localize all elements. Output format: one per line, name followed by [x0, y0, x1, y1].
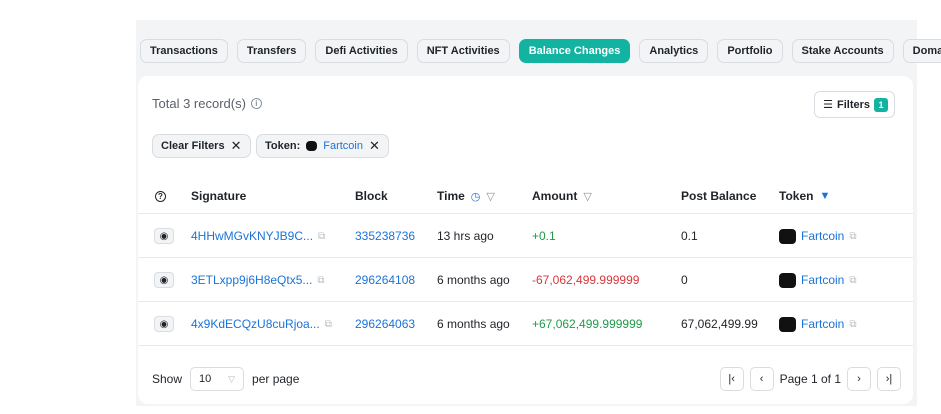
time-value: 6 months ago — [437, 273, 510, 287]
amount-value: +0.1 — [532, 229, 556, 243]
filters-label: Filters — [836, 98, 870, 111]
tab-transactions[interactable]: Transactions — [140, 39, 228, 63]
filter-funnel-icon[interactable]: ▽ — [486, 190, 494, 203]
show-label: Show — [152, 372, 183, 386]
previous-page-button[interactable]: ‹ — [749, 367, 774, 391]
help-column-header: ? — [155, 178, 166, 214]
post-balance-value: 0.1 — [681, 229, 698, 243]
tab-nft-activities[interactable]: NFT Activities — [416, 39, 510, 63]
table-footer: Show 10 ▽ per page |‹ ‹ Page 1 of 1 › ›| — [138, 360, 913, 404]
table-header: ? Signature Block Time ◷ ▽ Amount ▽ Post… — [138, 178, 913, 214]
token-filter-prefix: Token: — [265, 140, 301, 152]
page-size-select[interactable]: 10 ▽ — [190, 367, 245, 391]
block-link[interactable]: 296264063 — [355, 302, 415, 346]
last-page-button[interactable]: ›| — [877, 367, 901, 391]
time-value: 13 hrs ago — [437, 229, 494, 243]
token-link[interactable]: Fartcoin — [801, 229, 844, 243]
close-icon[interactable]: ✕ — [369, 138, 380, 154]
copy-icon[interactable]: ⧉ — [849, 231, 856, 242]
copy-icon[interactable]: ⧉ — [318, 231, 325, 242]
copy-icon[interactable]: ⧉ — [325, 319, 332, 330]
token-filter-value[interactable]: Fartcoin — [323, 140, 363, 152]
tab-defi-activities[interactable]: Defi Activities — [315, 39, 408, 63]
page-size-control: Show 10 ▽ per page — [152, 367, 299, 391]
table-row: ◉ 4HHwMGvKNYJB9C... ⧉ 335238736 13 hrs a… — [138, 214, 913, 258]
signature-link[interactable]: 4x9KdECQzU8cuRjoa... — [191, 317, 320, 331]
tab-portfolio[interactable]: Portfolio — [717, 39, 783, 63]
sliders-icon: ☰ — [823, 99, 833, 111]
token-filter-chip[interactable]: Token: Fartcoin ✕ — [256, 134, 389, 158]
page-indicator: Page 1 of 1 — [779, 372, 841, 386]
filter-funnel-active-icon[interactable]: ▼ — [819, 190, 830, 202]
total-records-label: Total 3 record(s) — [152, 96, 246, 111]
tab-analytics[interactable]: Analytics — [639, 39, 709, 63]
tab-transfers[interactable]: Transfers — [236, 39, 307, 63]
table-row: ◉ 4x9KdECQzU8cuRjoa... ⧉ 296264063 6 mon… — [138, 302, 913, 346]
chevron-down-icon: ▽ — [228, 373, 236, 384]
clear-filters-chip[interactable]: Clear Filters ✕ — [152, 134, 251, 158]
token-column-header: Token ▼ — [779, 189, 831, 203]
token-link[interactable]: Fartcoin — [801, 317, 844, 331]
fartcoin-token-icon — [779, 228, 796, 244]
tab-balance-changes[interactable]: Balance Changes — [518, 39, 631, 63]
amount-value: +67,062,499.999999 — [532, 317, 643, 331]
copy-icon[interactable]: ⧉ — [849, 319, 856, 330]
clock-icon[interactable]: ◷ — [471, 190, 481, 203]
signature-link[interactable]: 4HHwMGvKNYJB9C... — [191, 229, 313, 243]
block-column-header: Block — [355, 189, 388, 203]
filter-funnel-icon[interactable]: ▽ — [583, 190, 591, 203]
filters-button[interactable]: ☰ Filters 1 — [814, 91, 895, 118]
filter-count-badge: 1 — [874, 97, 888, 112]
close-icon[interactable]: ✕ — [231, 138, 242, 154]
time-value: 6 months ago — [437, 317, 510, 331]
content-panel: Transactions Transfers Defi Activities N… — [136, 20, 941, 406]
signature-link[interactable]: 3ETLxpp9j6H8eQtx5... — [191, 273, 312, 287]
fartcoin-token-icon — [779, 272, 796, 288]
pagination: |‹ ‹ Page 1 of 1 › ›| — [719, 367, 901, 391]
post-balance-value: 0 — [681, 273, 688, 287]
info-icon[interactable]: i — [250, 98, 262, 109]
question-icon[interactable]: ? — [155, 190, 166, 202]
clear-filters-label: Clear Filters — [161, 140, 225, 152]
fartcoin-token-icon — [306, 141, 318, 151]
time-column-header: Time ◷ ▽ — [437, 189, 495, 203]
records-summary: Total 3 record(s) i — [152, 96, 262, 111]
page-size-value: 10 — [199, 373, 212, 385]
fartcoin-token-icon — [779, 316, 796, 332]
table-row: ◉ 3ETLxpp9j6H8eQtx5... ⧉ 296264108 6 mon… — [138, 258, 913, 302]
eye-icon[interactable]: ◉ — [154, 228, 174, 244]
token-link[interactable]: Fartcoin — [801, 273, 844, 287]
block-link[interactable]: 335238736 — [355, 214, 415, 258]
signature-column-header: Signature — [191, 189, 247, 203]
amount-column-header: Amount ▽ — [532, 189, 592, 203]
per-page-label: per page — [252, 372, 300, 386]
tab-stake-accounts[interactable]: Stake Accounts — [791, 39, 894, 63]
tab-bar: Transactions Transfers Defi Activities N… — [140, 39, 941, 63]
balance-changes-card: Total 3 record(s) i ☰ Filters 1 Clear Fi… — [138, 76, 913, 404]
next-page-button[interactable]: › — [847, 367, 871, 391]
copy-icon[interactable]: ⧉ — [849, 275, 856, 286]
tab-domains[interactable]: Domains — [902, 39, 941, 63]
first-page-button[interactable]: |‹ — [719, 367, 744, 391]
block-link[interactable]: 296264108 — [355, 258, 415, 302]
post-balance-value: 67,062,499.99 — [681, 317, 758, 331]
eye-icon[interactable]: ◉ — [154, 316, 174, 332]
post-balance-column-header: Post Balance — [681, 189, 757, 203]
amount-value: -67,062,499.999999 — [532, 273, 640, 287]
copy-icon[interactable]: ⧉ — [317, 275, 324, 286]
eye-icon[interactable]: ◉ — [154, 272, 174, 288]
